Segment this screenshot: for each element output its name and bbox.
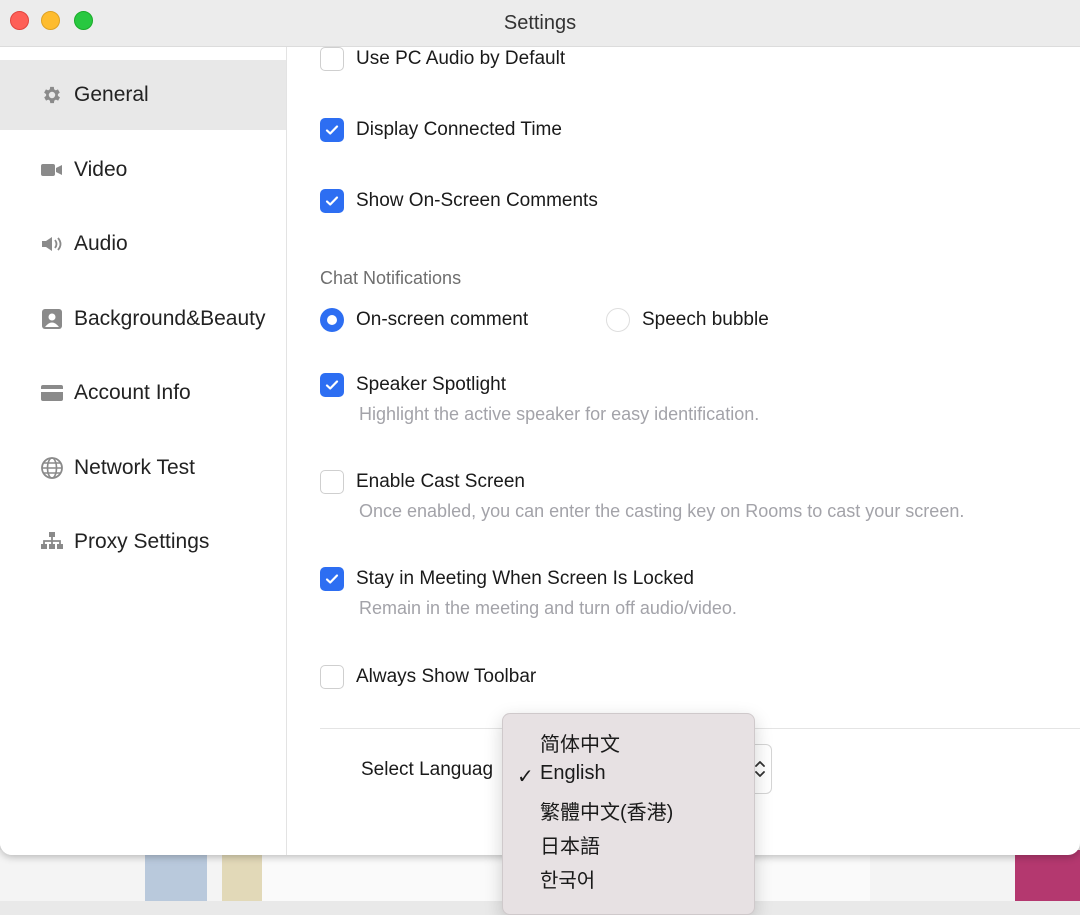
option-label: Speech bubble	[642, 309, 769, 330]
option-label: Speaker Spotlight	[356, 374, 506, 395]
option-label: Enable Cast Screen	[356, 471, 525, 492]
portrait-icon	[39, 306, 65, 332]
sidebar-item-label: Account Info	[74, 381, 191, 404]
chevron-up-down-icon	[755, 761, 765, 777]
enable-cast-screen-option[interactable]: Enable Cast Screen	[320, 470, 525, 494]
enable-cast-screen-description: Once enabled, you can enter the casting …	[359, 501, 965, 521]
language-dropdown-menu: 简体中文 ✓ English 繁體中文(香港) 日本語 한국어	[502, 713, 755, 915]
display-connected-time-option[interactable]: Display Connected Time	[320, 118, 562, 142]
sidebar-item-audio[interactable]: Audio	[0, 209, 286, 279]
option-label: Show On-Screen Comments	[356, 190, 598, 211]
option-label: On-screen comment	[356, 309, 529, 330]
gear-icon	[39, 82, 65, 108]
window-title: Settings	[503, 12, 577, 34]
show-on-screen-comments-checkbox[interactable]	[320, 189, 344, 213]
settings-sidebar: General Video Audio Background&Beauty Ac…	[0, 47, 287, 855]
speaker-icon	[39, 231, 65, 257]
speaker-spotlight-checkbox[interactable]	[320, 373, 344, 397]
on-screen-comment-option[interactable]: On-screen comment	[320, 308, 528, 332]
sidebar-item-video[interactable]: Video	[0, 135, 286, 205]
option-label: Stay in Meeting When Screen Is Locked	[356, 568, 694, 589]
option-label: Always Show Toolbar	[356, 666, 537, 687]
always-show-toolbar-option[interactable]: Always Show Toolbar	[320, 665, 536, 689]
speaker-spotlight-description: Highlight the active speaker for easy id…	[359, 404, 760, 424]
language-option[interactable]: 한국어	[540, 864, 595, 893]
language-option[interactable]: 日本語	[540, 830, 600, 859]
use-pc-audio-checkbox[interactable]	[320, 47, 344, 71]
sidebar-item-account-info[interactable]: Account Info	[0, 358, 286, 428]
card-icon	[39, 380, 65, 406]
sidebar-item-label: Audio	[74, 232, 128, 255]
always-show-toolbar-checkbox[interactable]	[320, 665, 344, 689]
select-language-label: Select Languag	[361, 759, 494, 780]
sidebar-item-network-test[interactable]: Network Test	[0, 433, 286, 503]
show-on-screen-comments-option[interactable]: Show On-Screen Comments	[320, 189, 598, 213]
network-tree-icon	[39, 529, 65, 555]
sidebar-item-proxy-settings[interactable]: Proxy Settings	[0, 507, 286, 577]
background-thumbnail	[145, 850, 207, 901]
checkmark-icon: ✓	[517, 766, 534, 788]
language-option-selected[interactable]: English	[540, 762, 606, 785]
sidebar-item-label: Background&Beauty	[74, 307, 266, 330]
sidebar-item-general[interactable]: General	[0, 60, 286, 130]
chat-notifications-label: Chat Notifications	[320, 268, 462, 288]
video-icon	[39, 157, 65, 183]
background-thumbnail	[222, 850, 262, 901]
enable-cast-screen-checkbox[interactable]	[320, 470, 344, 494]
globe-icon	[39, 455, 65, 481]
checkmark-icon	[325, 574, 339, 584]
display-connected-time-checkbox[interactable]	[320, 118, 344, 142]
sidebar-item-label: Proxy Settings	[74, 530, 210, 553]
language-option[interactable]: 简体中文	[540, 728, 620, 757]
sidebar-item-label: Video	[74, 158, 128, 181]
sidebar-item-background-beauty[interactable]: Background&Beauty	[0, 284, 286, 354]
on-screen-comment-radio[interactable]	[320, 308, 344, 332]
language-option[interactable]: 繁體中文(香港)	[540, 796, 673, 825]
use-pc-audio-option[interactable]: Use PC Audio by Default	[320, 47, 565, 71]
background-thumbnail	[1015, 850, 1080, 901]
checkmark-icon	[325, 196, 339, 206]
sidebar-item-label: Network Test	[74, 456, 195, 479]
stay-in-meeting-option[interactable]: Stay in Meeting When Screen Is Locked	[320, 567, 694, 591]
stay-in-meeting-description: Remain in the meeting and turn off audio…	[359, 598, 737, 618]
radio-dot	[327, 315, 337, 325]
checkmark-icon	[325, 380, 339, 390]
speaker-spotlight-option[interactable]: Speaker Spotlight	[320, 373, 506, 397]
sidebar-item-label: General	[74, 83, 149, 106]
option-label: Display Connected Time	[356, 119, 562, 140]
option-label: Use PC Audio by Default	[356, 48, 566, 69]
stay-in-meeting-checkbox[interactable]	[320, 567, 344, 591]
title-bar: Settings	[0, 0, 1080, 47]
checkmark-icon	[325, 125, 339, 135]
speech-bubble-radio[interactable]	[606, 308, 630, 332]
speech-bubble-option[interactable]: Speech bubble	[606, 308, 769, 332]
